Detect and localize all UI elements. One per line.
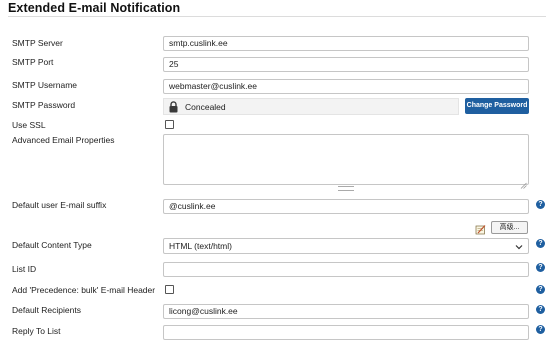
lock-icon [168, 101, 179, 113]
concealed-text: Concealed [185, 102, 226, 112]
help-icon[interactable]: ? [536, 305, 545, 314]
email-suffix-input[interactable]: @cuslink.ee [163, 199, 529, 214]
chevron-down-icon [515, 241, 523, 250]
advanced-button[interactable]: 高级... [491, 221, 528, 234]
smtp-username-label: SMTP Username [12, 80, 78, 90]
section-title: Extended E-mail Notification [8, 1, 181, 15]
help-icon[interactable]: ? [536, 285, 545, 294]
help-icon[interactable]: ? [536, 200, 545, 209]
content-type-label: Default Content Type [12, 240, 92, 250]
advanced-properties-textarea[interactable] [163, 134, 529, 189]
default-recipients-label: Default Recipients [12, 305, 81, 315]
precedence-label: Add 'Precedence: bulk' E-mail Header [12, 285, 156, 295]
section-divider [8, 16, 546, 17]
resize-grip-icon[interactable] [520, 176, 527, 189]
smtp-password-concealed: Concealed [163, 98, 459, 115]
email-notification-section: Extended E-mail Notification SMTP Server… [0, 0, 554, 344]
reply-to-label: Reply To List [12, 326, 61, 336]
notepad-icon [475, 222, 486, 235]
precedence-checkbox[interactable] [165, 285, 174, 294]
help-icon[interactable]: ? [536, 325, 545, 334]
content-type-select[interactable]: HTML (text/html) [163, 238, 529, 254]
list-id-input[interactable] [163, 262, 529, 277]
list-id-label: List ID [12, 264, 37, 274]
help-icon[interactable]: ? [536, 263, 545, 272]
smtp-port-input[interactable]: 25 [163, 57, 529, 72]
help-icon[interactable]: ? [536, 239, 545, 248]
smtp-server-input[interactable]: smtp.cuslink.ee [163, 36, 529, 51]
reply-to-input[interactable] [163, 325, 529, 340]
default-recipients-input[interactable]: licong@cuslink.ee [163, 304, 529, 319]
smtp-password-label: SMTP Password [12, 100, 76, 110]
content-type-value: HTML (text/html) [169, 241, 232, 251]
textarea-drag-handle[interactable] [338, 186, 354, 191]
smtp-port-label: SMTP Port [12, 57, 54, 67]
use-ssl-label: Use SSL [12, 120, 46, 130]
advanced-properties-label: Advanced Email Properties [12, 135, 115, 145]
smtp-server-label: SMTP Server [12, 38, 63, 48]
change-password-button[interactable]: Change Password [465, 98, 529, 114]
smtp-username-input[interactable]: webmaster@cuslink.ee [163, 79, 529, 94]
email-suffix-label: Default user E-mail suffix [12, 200, 107, 210]
use-ssl-checkbox[interactable] [165, 120, 174, 129]
